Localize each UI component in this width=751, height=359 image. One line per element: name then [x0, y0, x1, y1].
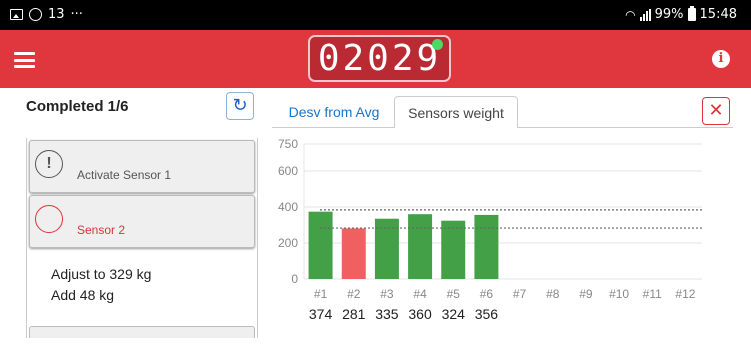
notification-count: 13: [48, 7, 65, 22]
x-tick-label: #5: [447, 287, 461, 301]
x-tick-label: #11: [643, 287, 662, 301]
whatsapp-icon: [29, 8, 42, 21]
step-label: Activate Sensor 1: [77, 168, 172, 182]
info-icon[interactable]: i: [712, 50, 730, 68]
alert-icon: !: [35, 205, 63, 233]
refresh-icon: ↻: [232, 95, 248, 116]
alert-icon: !: [35, 150, 63, 178]
bar-3: [374, 218, 399, 279]
step-activate-sensor-1[interactable]: ! Activate Sensor 1: [29, 140, 255, 193]
status-right: ◠ 99% 15:48: [625, 6, 737, 22]
status-bar: 13 ··· ◠ 99% 15:48: [0, 0, 751, 30]
x-tick-label: #6: [480, 287, 494, 301]
hamburger-icon[interactable]: [14, 52, 35, 68]
bar-2: [341, 228, 366, 279]
value-label: 324: [442, 306, 466, 322]
battery-percent: 99%: [654, 7, 684, 22]
value-label: 335: [375, 306, 399, 322]
y-tick-label: 400: [278, 200, 298, 214]
close-icon: ✕: [708, 100, 724, 121]
app-screen: 13 ··· ◠ 99% 15:48 02029 i Completed 1/6…: [0, 0, 751, 359]
x-tick-label: #12: [675, 287, 695, 301]
connection-status-icon: [432, 39, 443, 50]
y-tick-label: 600: [278, 164, 298, 178]
tab-desv-from-avg[interactable]: Desv from Avg: [278, 96, 390, 128]
refresh-button[interactable]: ↻: [226, 92, 254, 120]
add-instruction: Add 48 kg: [51, 287, 115, 303]
x-tick-label: #1: [314, 287, 328, 301]
tab-sensors-weight[interactable]: Sensors weight: [394, 96, 518, 128]
adjust-instruction: Adjust to 329 kg: [51, 266, 152, 282]
close-button[interactable]: ✕: [702, 97, 730, 125]
gallery-icon: [10, 9, 23, 20]
y-tick-label: 200: [278, 236, 298, 250]
bar-4: [408, 214, 433, 279]
x-tick-label: #10: [609, 287, 629, 301]
step-sensor-2[interactable]: ! Sensor 2: [29, 195, 255, 248]
x-tick-label: #2: [347, 287, 361, 301]
value-label: 356: [475, 306, 499, 322]
value-label: 360: [408, 306, 432, 322]
x-tick-label: #8: [546, 287, 560, 301]
status-left: 13 ···: [10, 7, 83, 22]
signal-icon: [639, 8, 651, 21]
clock: 15:48: [699, 7, 737, 22]
x-tick-label: #7: [513, 287, 527, 301]
y-tick-label: 750: [278, 137, 298, 151]
step-list[interactable]: ! Activate Sensor 1 ! Sensor 2 Adjust to…: [26, 138, 258, 338]
bar-6: [474, 214, 499, 279]
y-tick-label: 0: [291, 272, 298, 286]
app-header: 02029 i: [0, 30, 751, 88]
step-label: Sensor 2: [77, 223, 126, 237]
battery-icon: [687, 6, 696, 21]
step-next[interactable]: [29, 326, 255, 338]
bar-5: [441, 220, 466, 279]
bar-1: [308, 211, 333, 279]
x-tick-label: #9: [579, 287, 593, 301]
more-notifications-icon: ···: [70, 7, 83, 22]
step-detail: Adjust to 329 kg Add 48 kg: [51, 264, 151, 306]
wifi-icon: ◠: [625, 7, 636, 22]
x-tick-label: #3: [380, 287, 394, 301]
x-tick-label: #4: [413, 287, 427, 301]
sensor-weight-chart: 0 200 400 600 750 #1 374 #2 281 #3 335 #4 360 #5 324 #6…: [278, 137, 702, 322]
counter-display: 02029: [308, 35, 451, 82]
value-label: 374: [309, 306, 333, 322]
progress-title: Completed 1/6: [26, 98, 129, 115]
value-label: 281: [342, 306, 366, 322]
